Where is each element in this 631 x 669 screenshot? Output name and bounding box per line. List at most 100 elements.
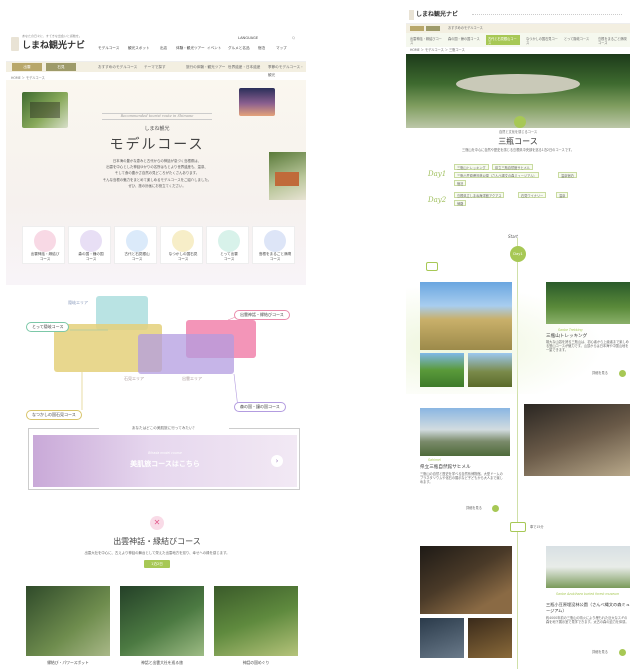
section-card-3[interactable]: 神話の国めぐり [214,586,298,669]
area-label-izumo: 出雲エリア [182,376,202,381]
nav-spots[interactable]: 観光スポット [128,46,150,51]
page-subtitle: 三瓶山を中心に自然や歴史を感じる島根県中央部を巡る1泊2日のコースです。 [462,148,574,152]
course-tab-label: 古代と石見銀山コース [488,37,517,46]
course-map: 隠岐エリア 出雲エリア 石見エリア とって隠岐コース 出雲神話・縁結びコース 森… [6,290,306,412]
arrow-right-icon[interactable] [492,505,499,512]
arrow-right-icon[interactable] [619,370,626,377]
spot-photo-trekking-main [420,282,512,350]
map-label-iwami-course[interactable]: なつかしの国石見コース [26,410,82,420]
duration-button[interactable]: 1泊2日 [144,560,170,568]
card-photo [120,586,204,656]
knot-icon: ✕ [150,516,164,530]
area-label-oki: 隠岐エリア [68,300,88,305]
section-body: 出雲大社を中心に、古えより神話の舞台として栄えた出雲地方を巡り、幸せへの縁を感じ… [84,551,230,555]
logo-mark [409,10,414,20]
nav-placeholder [472,14,622,16]
itinerary-tag[interactable]: 県立三瓶自然館サヒメル [492,164,534,170]
itinerary-tag[interactable]: 三瓶小豆原埋没林公園（さんべ縄文の森ミュージアム） [454,172,540,178]
nav-model-course[interactable]: モデルコース [98,46,119,51]
card-photo [26,586,110,656]
area-subbar: 出雲 石見 おすすめのモデルコース テーマで探す 旅行の体験・観光ツアー 世界遺… [6,62,306,77]
course-tab[interactable]: 森の国・鐘の国コース [448,37,482,41]
shimane-map-svg [54,296,256,410]
course-tab[interactable]: 出雲神話・縁結びコース [410,37,444,45]
itinerary-tag[interactable]: 宿泊 [454,180,467,186]
itinerary-tag[interactable]: 帰路 [454,200,467,206]
course-card-sub: コース [269,257,281,261]
subtab-seasonal[interactable]: 季節のモデルコース・観光 [268,63,306,79]
move-time: 車で15分 [530,525,544,529]
car-icon [426,262,438,271]
subbar: おすすめのモデルコース [406,24,630,33]
course-card-all[interactable]: 島根をまるごと満喫 コース [252,226,295,264]
map-label-izumo-course[interactable]: 出雲神話・縁結びコース [234,310,290,320]
itinerary-tag[interactable]: 島根県立しまね海洋館アクアス [454,192,505,198]
leaf-icon [80,230,102,252]
course-card-mori[interactable]: 森の国・鐘の国 コース [68,226,111,264]
course-card-izumo[interactable]: 出雲神話・縁結び コース [22,226,65,264]
start-label: Start [508,234,518,239]
hero-eyebrow: Recommended tourist route in Shimane [102,113,212,120]
itinerary-tag[interactable]: 温泉宿泊 [558,172,577,178]
course-tab[interactable]: なつかしの国石見コース [526,37,560,45]
spot-link[interactable]: 詳細を見る [466,506,482,510]
spot-link[interactable]: 詳細を見る [592,650,608,654]
course-card-sub: コース [85,257,97,261]
bihada-banner[interactable]: あなたはどこの美肌旅に行ってみたい？ Bihada model course 美… [28,426,300,490]
subtab-theme[interactable]: テーマで探す [144,63,166,71]
island-icon [218,230,240,252]
area-button-izumo[interactable] [410,26,424,31]
nav-tours[interactable]: 体験・観光ツアー [176,46,205,51]
course-card-kodai[interactable]: 古代と石見銀山 コース [114,226,157,264]
subtab-tours[interactable]: 旅行の体験・観光ツアー [186,63,225,71]
itinerary-tag[interactable]: 石見ワイナリー [518,192,547,198]
course-card-oki[interactable]: とって出雲 コース [206,226,249,264]
nav-map[interactable]: マップ [276,46,287,51]
itinerary-tag[interactable]: 温泉 [556,192,569,198]
logo-mark [11,37,19,51]
subtab-recommended[interactable]: おすすめのモデルコース [98,63,137,71]
area-button-izumo[interactable]: 出雲 [12,63,42,71]
section-card-1[interactable]: 縁結び・パワースポット [26,586,110,669]
map-label-oki-course[interactable]: とって隠岐コース [26,322,70,332]
search-icon[interactable]: Q [292,36,295,40]
course-tab[interactable]: とって隠岐コース [564,37,594,41]
car-icon [510,522,526,532]
spot-desc: 雄大な山容を誇る三瓶山は、初心者から上級者まで楽しめる登山コースが魅力です。山頂… [546,340,629,353]
spot-photo-museum-building [546,546,630,588]
mori-area-shape[interactable] [138,334,234,374]
area-button-iwami[interactable] [426,26,440,31]
course-card-sub: コース [131,257,143,261]
language-selector[interactable]: LANGUAGE [238,36,258,40]
nav-stay[interactable]: 宿泊 [258,46,265,51]
site-header: あなたの日々に、すてきな出会いと感動を。 しまね観光ナビ モデルコース 観光スポ… [6,28,306,62]
area-button-iwami[interactable]: 石見 [46,63,76,71]
card-photo [214,586,298,656]
course-card-iwami[interactable]: なつかしの国石見 コース [160,226,203,264]
subtab-heritage[interactable]: 世界遺産・日本遺産 [228,63,260,71]
spot-photo-museum [524,404,630,476]
nav-events[interactable]: イベント [207,46,221,51]
model-course-index-page: あなたの日々に、すてきな出会いと感動を。 しまね観光ナビ モデルコース 観光スポ… [6,28,306,669]
arrow-right-icon[interactable] [619,649,626,656]
banner-title: 美肌旅コースはこちら [130,460,200,468]
itinerary-tag[interactable]: 三瓶山トレッキング [454,164,489,170]
spot-photo-buried-forest [420,546,512,614]
hero-photo-temple [22,92,68,128]
section-title: 出雲神話・縁結びコース [113,537,201,546]
hero-kicker: しまね観光 [144,126,170,132]
map-label-mori-course[interactable]: 森の国・鐘の国コース [234,402,286,412]
area-label-iwami: 石見エリア [124,376,144,381]
subtab-recommended[interactable]: おすすめのモデルコース [448,26,483,30]
sanbe-course-page: しまね観光ナビ おすすめのモデルコース 出雲神話・縁結びコース 森の国・鐘の国コ… [406,6,630,669]
site-logo[interactable]: しまね観光ナビ [416,9,458,18]
course-tab[interactable]: 島根をまるごと満喫コース [598,37,628,45]
nav-shop[interactable]: 出店 [160,46,167,51]
spot-link[interactable]: 詳細を見る [592,371,608,375]
chevron-right-icon[interactable]: › [271,455,283,467]
section-card-2[interactable]: 神話と出雲大社を巡る旅 [120,586,204,669]
site-logo[interactable]: あなたの日々に、すてきな出会いと感動を。 しまね観光ナビ [22,34,85,51]
nav-gourmet[interactable]: グルメと名品 [228,46,250,51]
leaf-icon [514,116,526,128]
course-tab-active[interactable]: 古代と石見銀山コース [486,35,520,45]
